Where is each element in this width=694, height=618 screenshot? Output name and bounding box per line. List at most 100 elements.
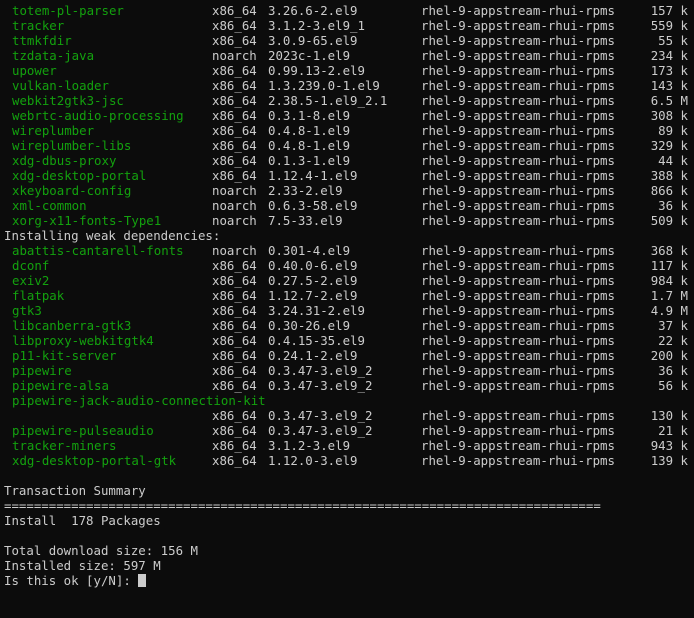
install-count-text: Install 178 Packages [4,513,161,528]
package-version: 0.3.47-3.el9_2 [268,408,373,423]
package-name: upower [12,63,57,78]
package-version: 3.24.31-2.el9 [268,303,365,318]
package-version: 7.5-33.el9 [268,213,343,228]
package-row: xdg-dbus-proxy x86_64 0.1.3-1.el9 rhel-9-ap… [4,153,694,168]
package-arch: x86_64 [212,108,257,123]
package-arch: x86_64 [212,453,257,468]
package-arch: x86_64 [212,378,257,393]
package-row: xdg-desktop-portal x86_64 1.12.4-1.el9 rhel… [4,168,694,183]
package-arch: x86_64 [212,168,257,183]
package-arch: x86_64 [212,408,257,423]
package-repo: rhel-9-appstream-rhui-rpms [421,273,615,288]
package-arch: x86_64 [212,288,257,303]
package-repo: rhel-9-appstream-rhui-rpms [421,138,615,153]
package-arch: x86_64 [212,318,257,333]
package-version: 0.24.1-2.el9 [268,348,358,363]
package-size: 308 k [650,108,688,123]
package-name: pipewire-alsa [12,378,109,393]
package-size: 22 k [658,333,688,348]
package-arch: x86_64 [212,63,257,78]
package-repo: rhel-9-appstream-rhui-rpms [421,48,615,63]
package-size: 1.7 M [650,288,688,303]
separator-text: ========================================… [4,498,601,513]
package-name: flatpak [12,288,65,303]
package-repo: rhel-9-appstream-rhui-rpms [421,423,615,438]
confirm-prompt-text: Is this ok [y/N]: [4,573,139,588]
install-count-line: Install 178 Packages [4,513,694,528]
package-row: xdg-desktop-portal-gtk x86_64 1.12.0-3.el9… [4,453,694,468]
package-name: totem-pl-parser [12,3,124,18]
package-size: 200 k [650,348,688,363]
package-version: 3.1.2-3.el9 [268,438,351,453]
package-row: ttmkfdir x86_64 3.0.9-65.el9 rhel-9-appstre… [4,33,694,48]
package-size: 866 k [650,183,688,198]
package-size: 329 k [650,138,688,153]
package-version: 2.38.5-1.el9_2.1 [268,93,388,108]
confirm-prompt-line[interactable]: Is this ok [y/N]: [4,573,694,588]
package-repo: rhel-9-appstream-rhui-rpms [421,213,615,228]
package-row: p11-kit-server x86_64 0.24.1-2.el9 rhel-9-a… [4,348,694,363]
package-name: tracker-miners [12,438,117,453]
package-arch: x86_64 [212,3,257,18]
package-repo: rhel-9-appstream-rhui-rpms [421,258,615,273]
package-name: pipewire-pulseaudio [12,423,154,438]
package-row: abattis-cantarell-fonts noarch 0.301-4.el9… [4,243,694,258]
package-version: 1.3.239.0-1.el9 [268,78,380,93]
package-repo: rhel-9-appstream-rhui-rpms [421,348,615,363]
package-row: x86_64 0.3.47-3.el9_2 rhel-9-appstream-rhu… [4,408,694,423]
package-arch: x86_64 [212,333,257,348]
package-arch: noarch [212,213,257,228]
package-arch: x86_64 [212,273,257,288]
package-arch: x86_64 [212,303,257,318]
package-repo: rhel-9-appstream-rhui-rpms [421,153,615,168]
package-repo: rhel-9-appstream-rhui-rpms [421,453,615,468]
package-row: xml-common noarch 0.6.3-58.el9 rhel-9-appst… [4,198,694,213]
package-repo: rhel-9-appstream-rhui-rpms [421,408,615,423]
package-name: xdg-desktop-portal [12,168,147,183]
package-arch: x86_64 [212,348,257,363]
package-size: 56 k [658,378,688,393]
package-name: wireplumber-libs [12,138,132,153]
package-arch: noarch [212,183,257,198]
package-version: 0.1.3-1.el9 [268,153,351,168]
package-version: 1.12.0-3.el9 [268,453,358,468]
package-row: upower x86_64 0.99.13-2.el9 rhel-9-appstrea… [4,63,694,78]
confirm-prompt[interactable]: Is this ok [y/N]: [4,573,147,588]
package-repo: rhel-9-appstream-rhui-rpms [421,333,615,348]
package-repo: rhel-9-appstream-rhui-rpms [421,78,615,93]
text-cursor[interactable] [138,574,147,587]
package-version: 3.0.9-65.el9 [268,33,358,48]
package-name: pipewire [12,363,72,378]
package-row: flatpak x86_64 1.12.7-2.el9 rhel-9-appstrea… [4,288,694,303]
package-name: tracker [12,18,65,33]
package-row: pipewire-jack-audio-connection-kit [4,393,694,408]
package-name: xdg-dbus-proxy [12,153,117,168]
package-repo: rhel-9-appstream-rhui-rpms [421,168,615,183]
package-arch: x86_64 [212,363,257,378]
package-row: pipewire-pulseaudio x86_64 0.3.47-3.el9_2 r… [4,423,694,438]
package-name: libproxy-webkitgtk4 [12,333,154,348]
package-arch: x86_64 [212,33,257,48]
package-size: 6.5 M [650,93,688,108]
package-size: 139 k [650,453,688,468]
package-arch: x86_64 [212,138,257,153]
package-repo: rhel-9-appstream-rhui-rpms [421,63,615,78]
package-row: pipewire x86_64 0.3.47-3.el9_2 rhel-9-appst… [4,363,694,378]
package-version: 0.3.47-3.el9_2 [268,423,373,438]
package-size: 368 k [650,243,688,258]
package-row: totem-pl-parser x86_64 3.26.6-2.el9 rhel-9-… [4,3,694,18]
summary-separator: ========================================… [4,498,694,513]
package-size: 44 k [658,153,688,168]
package-name: xorg-x11-fonts-Type1 [12,213,162,228]
package-name: pipewire-jack-audio-connection-kit [12,393,266,408]
package-row: tracker x86_64 3.1.2-3.el9_1 rhel-9-appstre… [4,18,694,33]
package-name: webrtc-audio-processing [12,108,184,123]
package-repo: rhel-9-appstream-rhui-rpms [421,3,615,18]
package-version: 0.4.8-1.el9 [268,123,351,138]
package-name: dconf [12,258,50,273]
package-version: 0.3.47-3.el9_2 [268,378,373,393]
package-size: 37 k [658,318,688,333]
package-name: vulkan-loader [12,78,109,93]
